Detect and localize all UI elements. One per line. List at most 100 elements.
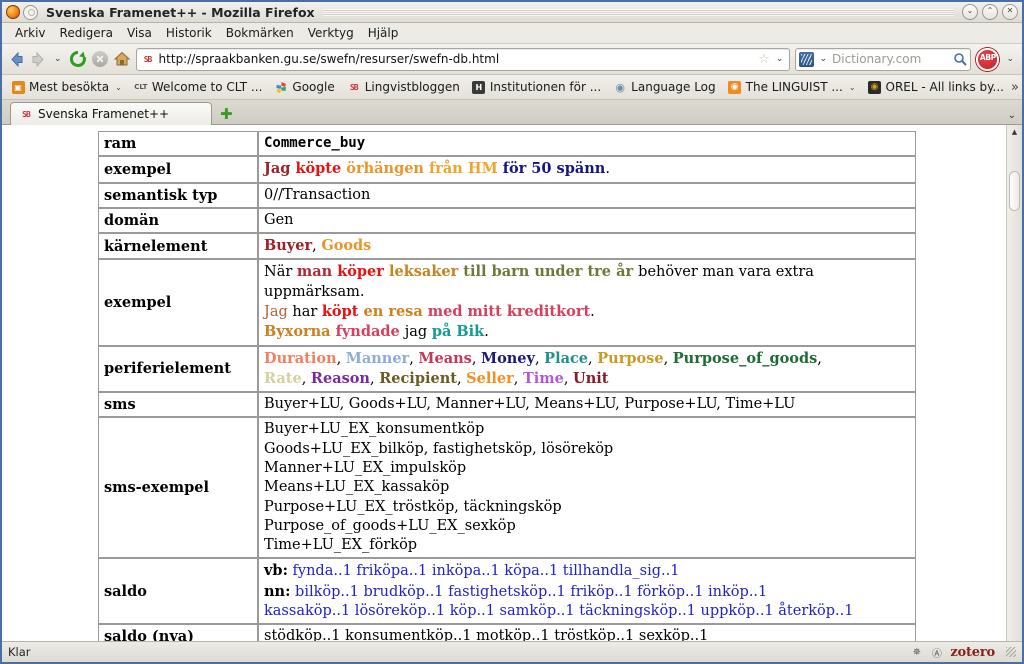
row-value: 0//Transaction xyxy=(258,182,916,208)
bookmarks-overflow-icon[interactable]: » xyxy=(1011,80,1022,95)
maximize-button[interactable]: ⌃ xyxy=(982,4,998,20)
value-line: Duration, Manner, Means, Money, Place, P… xyxy=(264,349,910,369)
home-icon[interactable] xyxy=(113,50,131,68)
value-text: Gen xyxy=(264,211,294,228)
back-arrow-icon[interactable] xyxy=(8,51,25,68)
url-dropdown-icon[interactable]: ⌄ xyxy=(774,54,786,64)
new-tab-button[interactable]: ✚ xyxy=(214,107,239,124)
bookmark-label: Welcome to CLT ... xyxy=(151,80,263,94)
menu-bokmarken[interactable]: Bokmärken xyxy=(219,24,301,42)
building-icon: H xyxy=(472,80,486,94)
frame-name: Commerce_buy xyxy=(264,135,366,151)
menu-redigera[interactable]: Redigera xyxy=(53,24,120,42)
table-row: semantisk typ 0//Transaction xyxy=(98,182,916,208)
menu-arkiv[interactable]: Arkiv xyxy=(8,24,53,42)
element-token: Seller xyxy=(466,369,514,387)
menu-verktyg[interactable]: Verktyg xyxy=(301,24,361,42)
element-token: Unit xyxy=(573,369,609,387)
bookmark-language-log[interactable]: ◉ Language Log xyxy=(608,78,720,96)
search-input[interactable]: Dictionary.com xyxy=(832,52,950,66)
row-label: exempel xyxy=(98,259,258,346)
minimize-button[interactable]: ⌄ xyxy=(962,4,978,20)
element-token: vb: xyxy=(264,562,288,580)
bookmark-star-icon[interactable]: ☆ xyxy=(758,52,770,67)
element-token: fyndade xyxy=(335,323,405,341)
search-bar[interactable]: ⌄ Dictionary.com xyxy=(795,47,972,71)
close-button[interactable]: ✕ xyxy=(1002,4,1018,20)
history-dropdown-icon[interactable]: ⌄ xyxy=(52,54,64,64)
bookmarks-toolbar: ▣ Mest besökta ⌄ CLT Welcome to CLT ... … xyxy=(2,75,1022,100)
puzzle-icon[interactable]: ✵ xyxy=(910,646,923,659)
scroll-up-button[interactable]: ▲ xyxy=(1007,125,1022,139)
menu-visa[interactable]: Visa xyxy=(120,24,159,42)
bookmark-institutionen[interactable]: H Institutionen för ... xyxy=(467,78,606,96)
adblock-dropdown-icon[interactable]: ⌄ xyxy=(1004,54,1016,64)
menu-hjalp[interactable]: Hjälp xyxy=(361,24,406,42)
menu-historik[interactable]: Historik xyxy=(159,24,219,42)
reload-icon[interactable] xyxy=(69,50,87,68)
element-token: När xyxy=(264,264,297,281)
status-bar: Klar ✵ Ⓐ zotero xyxy=(2,641,1022,662)
bookmark-label: The LINGUIST ... xyxy=(745,80,843,94)
tab-svenska-framenet[interactable]: SB Svenska Framenet++ xyxy=(10,102,212,125)
table-row: periferielement Duration, Manner, Means, … xyxy=(98,345,916,393)
bookmark-label: Google xyxy=(292,80,335,94)
element-token: Rate xyxy=(264,369,302,387)
adblock-plus-icon[interactable]: ABP xyxy=(976,47,1000,71)
zotero-label[interactable]: zotero xyxy=(950,645,995,660)
bookmark-lingvistbloggen[interactable]: SB Lingvistbloggen xyxy=(342,78,465,96)
tab-list-dropdown-icon[interactable]: ⌄ xyxy=(1008,110,1022,124)
clt-icon: CLT xyxy=(134,83,148,91)
element-token: , xyxy=(817,350,822,367)
row-label: saldo (nya) xyxy=(98,624,258,641)
zotero-icon[interactable]: Ⓐ xyxy=(930,646,943,660)
element-token: , xyxy=(588,350,598,367)
scrollbar-thumb[interactable] xyxy=(1009,171,1020,211)
google-icon xyxy=(274,80,288,94)
element-token: Jag xyxy=(264,303,293,320)
row-label: sms xyxy=(98,392,258,418)
bookmark-mest-besokta[interactable]: ▣ Mest besökta ⌄ xyxy=(6,78,127,96)
row-label: domän xyxy=(98,207,258,234)
url-input[interactable]: http://spraakbanken.gu.se/swefn/resurser… xyxy=(159,52,755,66)
page-content-area: ram Commerce_buy exempel Jag köpte örhängen… xyxy=(2,125,1022,641)
element-token: Byxorna xyxy=(264,323,336,341)
web-page: ram Commerce_buy exempel Jag köpte örhängen… xyxy=(2,125,1006,641)
value-line: Time+LU_EX_förköp xyxy=(264,537,418,554)
title-bar-left: Svenska Framenet++ - Mozilla Firefox xyxy=(6,4,315,20)
title-bar: Svenska Framenet++ - Mozilla Firefox ⌄ ⌃… xyxy=(2,2,1022,23)
element-token: en resa xyxy=(363,302,428,320)
element-token: , xyxy=(369,370,380,387)
resize-grip[interactable] xyxy=(1006,647,1016,657)
url-bar[interactable]: SB http://spraakbanken.gu.se/swefn/resur… xyxy=(135,47,791,71)
element-token: köper xyxy=(337,263,389,281)
window-menu-icon[interactable] xyxy=(23,4,38,20)
value-line: Goods+LU_EX_bilköp, fastighetsköp, lösör… xyxy=(264,440,614,457)
table-row: sms-exempel Buyer+LU_EX_konsumentköp Goods… xyxy=(98,417,916,559)
row-value: När man köper leksaker till barn under t… xyxy=(258,259,916,346)
menu-bar: Arkiv Redigera Visa Historik Bokmärken V… xyxy=(2,23,1022,44)
element-token: fynda..1 friköpa..1 inköpa..1 köpa..1 ti… xyxy=(287,563,680,580)
value-line: vb: fynda..1 friköpa..1 inköpa..1 köpa..… xyxy=(264,561,910,581)
element-token: Jag xyxy=(264,160,296,178)
value-line: Manner+LU_EX_impulsköp xyxy=(264,459,467,476)
bookmark-the-linguist[interactable]: ◉ The LINGUIST ... ⌄ xyxy=(723,78,861,96)
table-row: sms Buyer+LU, Goods+LU, Manner+LU, Means+… xyxy=(98,392,916,418)
row-value: Buyer, Goods xyxy=(258,233,916,260)
row-label: saldo xyxy=(98,558,258,625)
element-token: har xyxy=(292,303,322,320)
bookmark-welcome-to-clt[interactable]: CLT Welcome to CLT ... xyxy=(129,78,268,96)
chevron-down-icon[interactable]: ⌄ xyxy=(115,83,122,92)
search-engine-icon[interactable] xyxy=(799,51,815,67)
value-line: Buyer, Goods xyxy=(264,236,910,256)
bookmark-google[interactable]: Google xyxy=(269,78,339,96)
search-engine-dropdown-icon[interactable]: ⌄ xyxy=(817,54,829,64)
chevron-down-icon[interactable]: ⌄ xyxy=(849,83,856,92)
row-value: Gen xyxy=(258,207,916,234)
element-token: köpte xyxy=(295,160,347,178)
row-label: semantisk typ xyxy=(98,182,258,208)
vertical-scrollbar[interactable]: ▲ xyxy=(1006,125,1022,641)
search-icon[interactable] xyxy=(953,52,968,66)
row-value: Buyer+LU, Goods+LU, Manner+LU, Means+LU,… xyxy=(258,392,916,418)
bookmark-orel[interactable]: ◉ OREL - All links by... xyxy=(863,78,1009,96)
